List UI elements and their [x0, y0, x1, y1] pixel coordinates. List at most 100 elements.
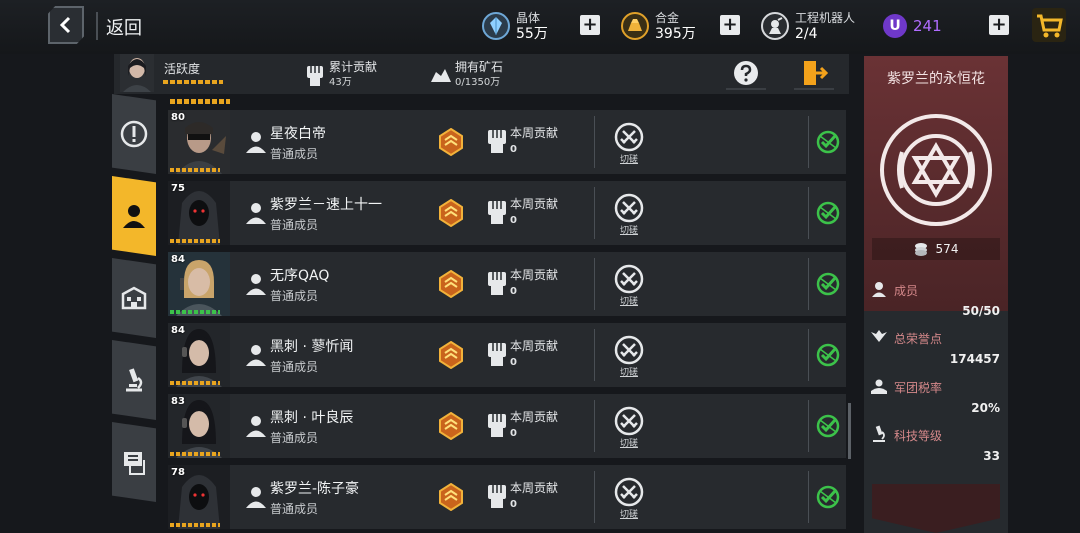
- resource-premium: U 241: [883, 8, 942, 44]
- member-name: 星夜白帝: [270, 126, 326, 142]
- total-contribution-value: 43万: [329, 77, 352, 88]
- panel-banner-tail: [872, 484, 1000, 533]
- fist-icon: [488, 201, 506, 224]
- duel-label[interactable]: 切磋: [614, 436, 644, 449]
- back-button[interactable]: [48, 6, 84, 44]
- duel-label[interactable]: 切磋: [614, 152, 644, 165]
- help-button[interactable]: [726, 58, 766, 90]
- member-icon: [872, 282, 886, 297]
- stat-label: 科技等级: [894, 429, 943, 443]
- member-role: 普通成员: [270, 289, 319, 303]
- member-level: 83: [171, 396, 185, 407]
- divider: [594, 187, 595, 239]
- duel-button[interactable]: 切磋: [614, 264, 644, 307]
- member-portrait[interactable]: 75: [168, 181, 230, 245]
- legion-emblem-icon[interactable]: [878, 112, 994, 228]
- divider: [808, 187, 809, 239]
- weekly-contribution-label: 本周贡献: [510, 197, 559, 211]
- member-list-scrollbar[interactable]: [848, 403, 851, 459]
- member-activity-bar: [170, 381, 220, 385]
- duel-button[interactable]: 切磋: [614, 122, 644, 165]
- rank-medal-icon[interactable]: [438, 128, 464, 156]
- resource-name: 工程机器人: [795, 11, 856, 25]
- tab-flag[interactable]: [112, 422, 156, 502]
- resource-value: 395万: [655, 26, 696, 42]
- resource-value: 2/4: [795, 26, 818, 42]
- legion-coins: 574: [872, 238, 1000, 260]
- back-label[interactable]: 返回: [106, 14, 142, 40]
- member-row[interactable]: 80 星夜白帝 普通成员 本周贡献 0 切磋: [168, 110, 846, 174]
- duel-button[interactable]: 切磋: [614, 335, 644, 378]
- tab-buildings[interactable]: [112, 258, 156, 338]
- add-premium-button[interactable]: +: [989, 15, 1009, 35]
- tab-tech[interactable]: [112, 340, 156, 420]
- member-portrait[interactable]: 83: [168, 394, 230, 458]
- total-contribution: 累计贡献 43万: [329, 60, 377, 90]
- member-activity-bar: [170, 523, 220, 527]
- member-list[interactable]: 80 星夜白帝 普通成员 本周贡献 0 切磋 75 紫罗兰－速上十一 普通成员 …: [160, 94, 846, 533]
- member-portrait[interactable]: 84: [168, 323, 230, 387]
- member-person-icon: [246, 274, 266, 295]
- tab-members[interactable]: [112, 176, 156, 256]
- ore-icon: [431, 69, 451, 82]
- person-icon: [123, 205, 145, 228]
- online-status-icon: [816, 485, 840, 509]
- member-row[interactable]: 83 黑刺 · 叶良辰 普通成员 本周贡献 0 切磋: [168, 394, 846, 458]
- ore-label: 拥有矿石: [455, 60, 504, 74]
- duel-icon: [614, 264, 644, 294]
- weekly-contribution-value: 0: [510, 144, 517, 155]
- chevron-left-icon: [59, 16, 71, 34]
- tab-info[interactable]: [112, 94, 156, 174]
- member-row[interactable]: 84 无序QAQ 普通成员 本周贡献 0 切磋: [168, 252, 846, 316]
- add-crystal-button[interactable]: +: [580, 15, 600, 35]
- member-portrait[interactable]: 78: [168, 465, 230, 529]
- duel-label[interactable]: 切磋: [614, 507, 644, 520]
- online-status-icon: [816, 201, 840, 225]
- divider: [594, 116, 595, 168]
- member-level: 80: [171, 112, 185, 123]
- rank-medal-icon[interactable]: [438, 341, 464, 369]
- resource-robot: 工程机器人 2/4: [761, 8, 855, 44]
- fist-icon: [488, 485, 506, 508]
- member-name: 黑刺 · 叶良辰: [270, 410, 354, 426]
- rank-medal-icon[interactable]: [438, 270, 464, 298]
- member-level: 84: [171, 325, 185, 336]
- duel-button[interactable]: 切磋: [614, 406, 644, 449]
- member-row[interactable]: 84 黑刺 · 蓼忻闻 普通成员 本周贡献 0 切磋: [168, 323, 846, 387]
- duel-label[interactable]: 切磋: [614, 365, 644, 378]
- duel-icon: [614, 122, 644, 152]
- stat-value: 20%: [971, 401, 1000, 415]
- stat-value: 33: [983, 449, 1000, 463]
- alloy-icon: [621, 12, 649, 40]
- member-level: 84: [171, 254, 185, 265]
- rank-medal-icon[interactable]: [438, 483, 464, 511]
- fist-icon: [488, 130, 506, 153]
- member-activity-bar: [170, 168, 220, 172]
- rank-medal-icon[interactable]: [438, 412, 464, 440]
- weekly-contribution-value: 0: [510, 428, 517, 439]
- member-row[interactable]: 78 紫罗兰-陈子豪 普通成员 本周贡献 0 切磋: [168, 465, 846, 529]
- rank-medal-icon[interactable]: [438, 199, 464, 227]
- member-person-icon: [246, 487, 266, 508]
- member-portrait[interactable]: 80: [168, 110, 230, 174]
- fist-icon: [488, 414, 506, 437]
- duel-label[interactable]: 切磋: [614, 294, 644, 307]
- duel-button[interactable]: 切磋: [614, 193, 644, 236]
- duel-label[interactable]: 切磋: [614, 223, 644, 236]
- exit-legion-button[interactable]: [794, 58, 834, 90]
- duel-button[interactable]: 切磋: [614, 477, 644, 520]
- shop-cart-icon[interactable]: [1032, 8, 1066, 42]
- duel-icon: [614, 406, 644, 436]
- member-row[interactable]: 75 紫罗兰－速上十一 普通成员 本周贡献 0 切磋: [168, 181, 846, 245]
- ore-stat: 拥有矿石 0/1350万: [455, 60, 503, 90]
- player-avatar[interactable]: [120, 54, 154, 92]
- member-role: 普通成员: [270, 431, 319, 445]
- weekly-contribution-value: 0: [510, 215, 517, 226]
- add-alloy-button[interactable]: +: [720, 15, 740, 35]
- member-person-icon: [246, 345, 266, 366]
- legion-name: 紫罗兰的永恒花: [887, 71, 985, 87]
- member-person-icon: [246, 132, 266, 153]
- fist-icon: [307, 66, 323, 86]
- building-icon: [121, 286, 147, 310]
- member-portrait[interactable]: 84: [168, 252, 230, 316]
